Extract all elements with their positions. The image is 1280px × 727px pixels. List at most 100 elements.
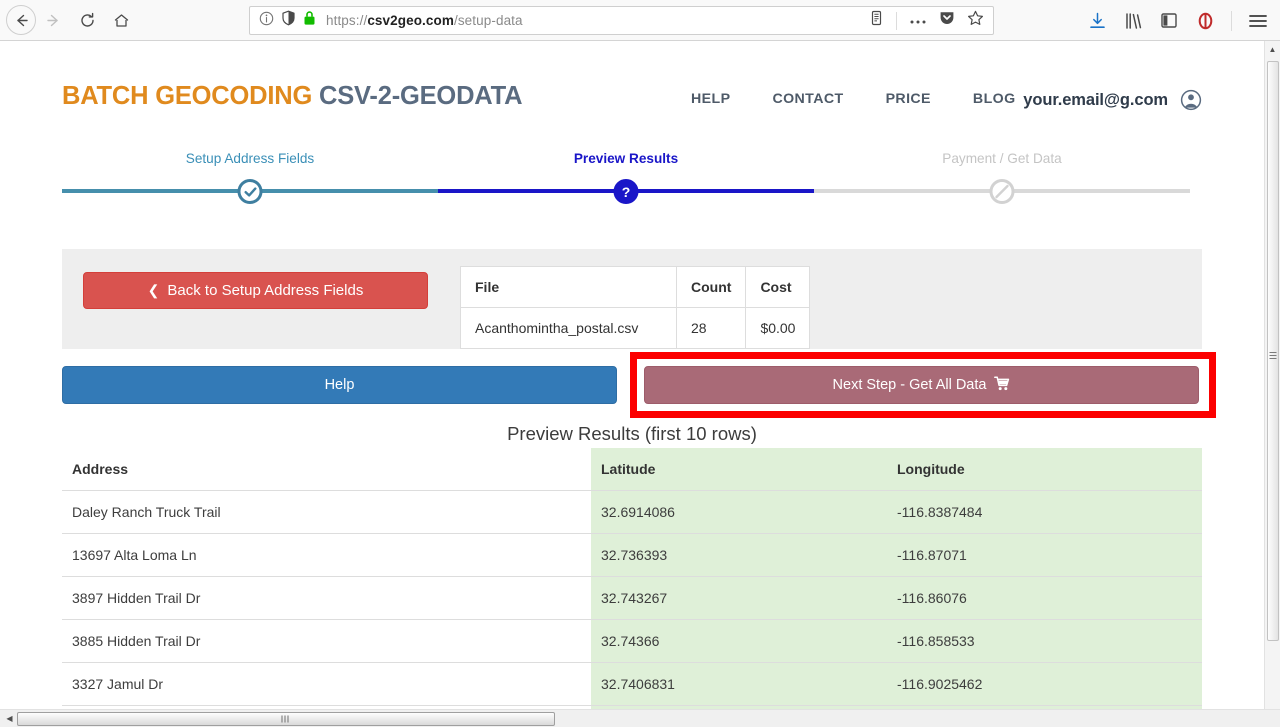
horizontal-scrollbar[interactable]: ◀ xyxy=(0,709,1280,727)
next-step-get-all-data-button[interactable]: Next Step - Get All Data xyxy=(644,366,1199,404)
arrow-right-icon xyxy=(45,12,62,29)
container-tab-icon[interactable] xyxy=(1195,11,1215,31)
scroll-left-arrow[interactable]: ◀ xyxy=(2,710,17,727)
toolbar-divider-right xyxy=(1231,10,1232,31)
address-bar-actions xyxy=(869,10,993,31)
question-circle-icon: ? xyxy=(613,179,639,204)
site-logo[interactable]: BATCH GEOCODING CSV-2-GEODATA xyxy=(62,82,523,111)
address-bar-indicators xyxy=(250,10,316,31)
table-row: 3897 Hidden Trail Dr 32.743267 -116.8607… xyxy=(62,576,1202,620)
web-page: BATCH GEOCODING CSV-2-GEODATA HELP CONTA… xyxy=(0,41,1252,727)
table-row: 3885 Hidden Trail Dr 32.74366 -116.85853… xyxy=(62,619,1202,663)
ellipsis-icon[interactable] xyxy=(909,12,927,30)
pocket-icon[interactable] xyxy=(939,10,955,31)
check-circle-icon xyxy=(237,179,263,204)
file-table-header-file: File xyxy=(460,266,677,308)
latitude-cell: 32.743267 xyxy=(591,576,887,620)
nav-item-price[interactable]: PRICE xyxy=(865,91,952,107)
longitude-cell: -116.9025462 xyxy=(887,662,1202,706)
home-button[interactable] xyxy=(104,3,138,37)
sidebar-icon[interactable] xyxy=(1159,11,1179,31)
results-header-address: Address xyxy=(62,448,591,491)
arrow-left-icon xyxy=(13,12,30,29)
user-account-icon[interactable] xyxy=(1180,89,1202,111)
nav-item-help[interactable]: HELP xyxy=(670,91,751,107)
longitude-cell: -116.858533 xyxy=(887,619,1202,663)
logo-text-secondary: CSV-2-GEODATA xyxy=(319,82,523,110)
table-row: Acanthomintha_postal.csv 28 $0.00 xyxy=(460,307,811,349)
action-buttons-row: Help Next Step - Get All Data xyxy=(62,352,1216,418)
address-cell: 3897 Hidden Trail Dr xyxy=(62,576,591,620)
longitude-cell: -116.86076 xyxy=(887,576,1202,620)
step-glyph-preview: ? xyxy=(621,183,631,200)
help-button-label: Help xyxy=(324,377,355,393)
horizontal-scrollbar-thumb[interactable] xyxy=(17,712,555,726)
latitude-cell: 32.7406831 xyxy=(591,662,887,706)
file-table-header-cost: Cost xyxy=(745,266,811,308)
back-button[interactable] xyxy=(6,5,36,35)
browser-toolbar: https://csv2geo.com/setup-data xyxy=(0,0,1280,41)
logo-text-primary: BATCH GEOCODING xyxy=(62,82,313,110)
info-circle-icon[interactable] xyxy=(259,11,274,31)
chevron-left-icon: ❮ xyxy=(147,282,160,298)
file-count-cell: 28 xyxy=(675,307,747,349)
step-preview-results[interactable]: Preview Results ? xyxy=(438,151,814,204)
main-navigation: HELP CONTACT PRICE BLOG xyxy=(670,91,1037,107)
back-to-setup-button[interactable]: ❮ Back to Setup Address Fields xyxy=(83,272,428,309)
nav-item-contact[interactable]: CONTACT xyxy=(751,91,864,107)
page-viewport: BATCH GEOCODING CSV-2-GEODATA HELP CONTA… xyxy=(0,41,1280,727)
longitude-cell: -116.8387484 xyxy=(887,490,1202,534)
progress-stepper: Setup Address Fields Preview Results ? P… xyxy=(62,151,1202,213)
url-scheme: https:// xyxy=(326,13,368,28)
latitude-cell: 32.736393 xyxy=(591,533,887,577)
table-row: 3327 Jamul Dr 32.7406831 -116.9025462 xyxy=(62,662,1202,706)
vertical-scrollbar-thumb[interactable] xyxy=(1267,61,1279,641)
address-cell: 3327 Jamul Dr xyxy=(62,662,591,706)
step-setup-address-fields[interactable]: Setup Address Fields xyxy=(62,151,438,204)
results-header-longitude: Longitude xyxy=(887,448,1202,491)
preview-results-table: Address Latitude Longitude Daley Ranch T… xyxy=(62,448,1202,727)
file-summary-table: File Count Cost Acanthomintha_postal.csv… xyxy=(460,266,811,349)
file-cost-cell: $0.00 xyxy=(745,307,811,349)
no-entry-icon xyxy=(989,179,1015,204)
address-cell: 13697 Alta Loma Ln xyxy=(62,533,591,577)
url-path: /setup-data xyxy=(453,13,523,28)
file-table-header-count: Count xyxy=(675,266,747,308)
reload-button[interactable] xyxy=(70,3,104,37)
scroll-up-arrow[interactable]: ▲ xyxy=(1265,41,1280,58)
library-icon[interactable] xyxy=(1123,11,1143,31)
file-name-cell: Acanthomintha_postal.csv xyxy=(460,307,677,349)
forward-button[interactable] xyxy=(36,3,70,37)
user-account-area[interactable]: your.email@g.com xyxy=(1023,89,1202,111)
step-label-preview: Preview Results xyxy=(573,151,679,166)
next-step-button-label: Next Step - Get All Data xyxy=(832,377,987,393)
back-button-label: Back to Setup Address Fields xyxy=(167,282,364,299)
shield-icon[interactable] xyxy=(281,10,296,31)
file-summary-card: ❮ Back to Setup Address Fields File Coun… xyxy=(62,249,1202,349)
vertical-scrollbar[interactable]: ▲ xyxy=(1264,41,1280,711)
step-payment-get-data[interactable]: Payment / Get Data xyxy=(814,151,1190,204)
table-row: 13697 Alta Loma Ln 32.736393 -116.87071 xyxy=(62,533,1202,577)
scrollbar-grip xyxy=(281,715,291,723)
download-icon[interactable] xyxy=(1087,11,1107,31)
reader-view-icon[interactable] xyxy=(869,10,884,31)
shopping-cart-icon xyxy=(994,376,1010,395)
page-container: BATCH GEOCODING CSV-2-GEODATA HELP CONTA… xyxy=(62,41,1216,727)
results-header-row: Address Latitude Longitude xyxy=(62,448,1202,491)
browser-nav-buttons xyxy=(0,3,138,37)
scrollbar-grip xyxy=(1269,352,1277,361)
latitude-cell: 32.74366 xyxy=(591,619,887,663)
preview-results-caption: Preview Results (first 10 rows) xyxy=(507,423,757,444)
hamburger-menu-icon[interactable] xyxy=(1248,11,1268,31)
star-icon[interactable] xyxy=(967,10,984,31)
address-bar[interactable]: https://csv2geo.com/setup-data xyxy=(249,6,994,35)
address-cell: Daley Ranch Truck Trail xyxy=(62,490,591,534)
step-label-setup: Setup Address Fields xyxy=(185,151,315,166)
file-table-header-row: File Count Cost xyxy=(460,266,811,308)
padlock-icon[interactable] xyxy=(303,10,316,31)
table-row: Daley Ranch Truck Trail 32.6914086 -116.… xyxy=(62,490,1202,534)
help-button[interactable]: Help xyxy=(62,366,617,404)
browser-toolbar-right xyxy=(1087,0,1280,41)
reload-icon xyxy=(79,12,96,29)
user-email-label: your.email@g.com xyxy=(1023,90,1168,109)
